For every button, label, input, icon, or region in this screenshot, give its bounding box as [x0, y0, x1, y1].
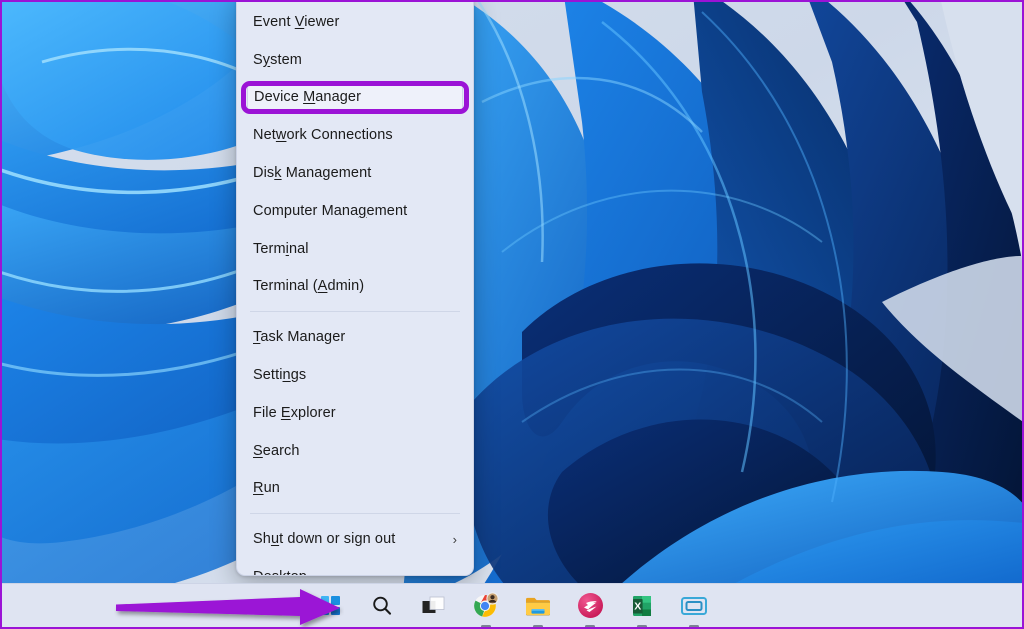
- menu-item-device-manager[interactable]: Device Manager: [247, 82, 463, 112]
- menu-item-label: Search: [253, 443, 459, 459]
- menu-item-desktop[interactable]: Desktop: [237, 558, 473, 576]
- taskbar-window-app-button[interactable]: [677, 589, 711, 623]
- menu-item-label: Terminal: [253, 241, 459, 257]
- taskbar-icon-group: X: [313, 589, 711, 623]
- menu-item-label: Network Connections: [253, 127, 459, 143]
- taskbar-start-button[interactable]: [313, 589, 347, 623]
- taskbar-running-indicator: [585, 625, 595, 628]
- menu-separator: [250, 513, 460, 514]
- menu-item-label: Terminal (Admin): [253, 278, 459, 294]
- taskbar-running-indicator: [689, 625, 699, 628]
- menu-item-label: Disk Management: [253, 165, 459, 181]
- taskbar-pinned-app-button[interactable]: [573, 589, 607, 623]
- taskbar[interactable]: X: [2, 583, 1022, 627]
- taskbar-search-button[interactable]: [365, 589, 399, 623]
- menu-item-terminal[interactable]: Terminal: [237, 230, 473, 268]
- task-view-icon: [421, 594, 447, 618]
- menu-item-file-explorer[interactable]: File Explorer: [237, 394, 473, 432]
- menu-item-label: Shut down or sign out: [253, 531, 453, 547]
- taskbar-chrome-button[interactable]: [469, 589, 503, 623]
- menu-separator: [250, 311, 460, 312]
- taskbar-excel-button[interactable]: X: [625, 589, 659, 623]
- menu-item-label: Settings: [253, 367, 459, 383]
- menu-item-device-manager-wrapper: Device Manager: [237, 79, 473, 117]
- menu-item-settings[interactable]: Settings: [237, 356, 473, 394]
- folder-icon: [524, 593, 552, 619]
- windows-start-icon: [321, 596, 340, 615]
- search-icon: [370, 594, 394, 618]
- menu-item-event-viewer[interactable]: Event Viewer: [237, 3, 473, 41]
- menu-item-computer-management[interactable]: Computer Management: [237, 192, 473, 230]
- chevron-right-icon: ›: [453, 532, 457, 547]
- menu-item-label: Computer Management: [253, 203, 459, 219]
- menu-item-system[interactable]: System: [237, 41, 473, 79]
- desktop-wallpaper: [2, 2, 1022, 583]
- svg-text:X: X: [634, 600, 641, 612]
- taskbar-running-indicator: [637, 625, 647, 628]
- menu-item-label: Task Manager: [253, 329, 459, 345]
- menu-item-terminal-admin[interactable]: Terminal (Admin): [237, 268, 473, 306]
- bird-badge-icon: [577, 592, 604, 619]
- menu-item-label: Run: [253, 480, 459, 496]
- menu-item-run[interactable]: Run: [237, 470, 473, 508]
- menu-item-network-connections[interactable]: Network Connections: [237, 116, 473, 154]
- menu-item-shut-down-or-sign-out[interactable]: Shut down or sign out›: [237, 520, 473, 558]
- taskbar-task-view-button[interactable]: [417, 589, 451, 623]
- menu-item-label: Event Viewer: [253, 14, 459, 30]
- wallpaper-artwork: [2, 2, 1022, 583]
- window-outline-icon: [680, 595, 708, 617]
- excel-icon: X: [629, 593, 655, 619]
- taskbar-running-indicator: [533, 625, 543, 628]
- menu-item-search[interactable]: Search: [237, 432, 473, 470]
- menu-item-label: System: [253, 52, 459, 68]
- menu-item-label: File Explorer: [253, 405, 459, 421]
- chrome-icon: [472, 592, 500, 620]
- taskbar-running-indicator: [481, 625, 491, 628]
- menu-item-label: Desktop: [253, 569, 459, 576]
- menu-item-label: Device Manager: [254, 89, 448, 105]
- menu-item-disk-management[interactable]: Disk Management: [237, 154, 473, 192]
- windows-desktop-screen: Event Viewer System Device Manager Network …: [0, 0, 1024, 629]
- winx-context-menu[interactable]: Event Viewer System Device Manager Network …: [236, 0, 474, 576]
- taskbar-file-explorer-button[interactable]: [521, 589, 555, 623]
- menu-item-task-manager[interactable]: Task Manager: [237, 318, 473, 356]
